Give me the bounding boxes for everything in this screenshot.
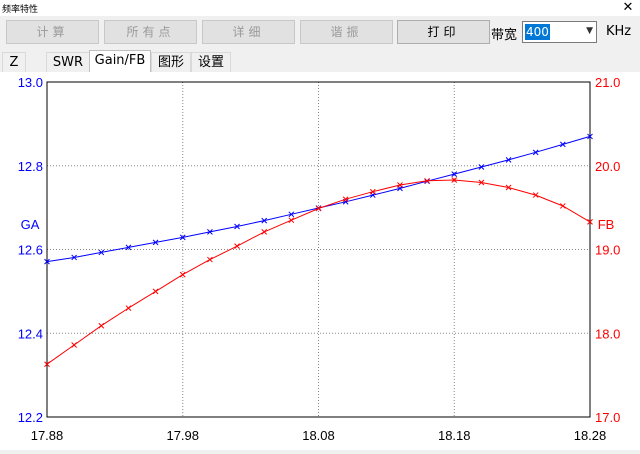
x-tick-label: 17.98	[166, 428, 199, 443]
close-icon[interactable]: ✕	[618, 0, 638, 16]
x-tick-label: 17.88	[31, 428, 64, 443]
fb-series-point	[559, 203, 566, 209]
fb-series-point	[152, 288, 159, 295]
chart-panel: GA FB 12.2 12.4 12.6 12.8 13.0 17.0 18.0 19.0 20…	[0, 72, 640, 450]
bandwidth-label: 带宽	[491, 28, 518, 43]
window-title: 频率特性	[2, 5, 39, 15]
y-right-tick-label: 20.0	[595, 159, 620, 174]
x-tick-label: 18.18	[438, 428, 471, 443]
resonance-button[interactable]: 谐振	[300, 20, 393, 44]
gain-fb-chart: GA FB 12.2 12.4 12.6 12.8 13.0 17.0 18.0 19.0 20…	[18, 75, 621, 443]
details-button[interactable]: 详细	[202, 20, 295, 44]
fb-series-point	[234, 243, 240, 250]
fb-series-point	[207, 256, 213, 263]
ga-axis-label: GA	[21, 217, 40, 232]
tab-settings[interactable]: 设置	[191, 52, 231, 72]
calculate-button[interactable]: 计算	[6, 20, 99, 44]
chevron-down-icon[interactable]: ▼	[586, 26, 593, 36]
tab-gain-fb[interactable]: Gain/FB	[89, 50, 151, 72]
fb-axis-label: FB	[598, 217, 615, 232]
y-right-tick-label: 18.0	[595, 326, 620, 341]
title-bar: 频率特性 ✕	[0, 0, 640, 16]
y-right-tick-label: 19.0	[595, 243, 620, 258]
fb-series-point	[179, 271, 186, 278]
y-left-tick-label: 12.4	[18, 326, 43, 341]
tab-z[interactable]: Z	[2, 52, 26, 72]
tab-bar: Z SWR Gain/FB 图形 设置	[0, 50, 640, 72]
fb-series-point	[261, 229, 268, 235]
bandwidth-value[interactable]: 400	[525, 24, 550, 40]
fb-series-point	[98, 322, 105, 329]
x-tick-label: 18.08	[302, 428, 335, 443]
x-tick-label: 18.28	[574, 428, 607, 443]
y-left-tick-label: 12.6	[18, 243, 43, 258]
fb-series-point	[71, 342, 78, 348]
tab-graph[interactable]: 图形	[151, 52, 191, 72]
tab-swr[interactable]: SWR	[46, 52, 90, 72]
y-left-tick-label: 12.8	[18, 159, 43, 174]
y-right-tick-label: 21.0	[595, 75, 620, 90]
all-points-button[interactable]: 所有点	[104, 20, 197, 44]
bandwidth-unit: KHz	[606, 24, 632, 39]
fb-series-point	[342, 196, 349, 203]
fb-series-point	[125, 305, 132, 311]
y-right-tick-label: 17.0	[595, 410, 620, 425]
print-button[interactable]: 打印	[397, 20, 490, 44]
y-left-tick-label: 12.2	[18, 410, 43, 425]
y-left-tick-label: 13.0	[18, 75, 43, 90]
bandwidth-dropdown[interactable]: 400 ▼	[522, 21, 597, 43]
fb-series-point	[288, 217, 295, 224]
